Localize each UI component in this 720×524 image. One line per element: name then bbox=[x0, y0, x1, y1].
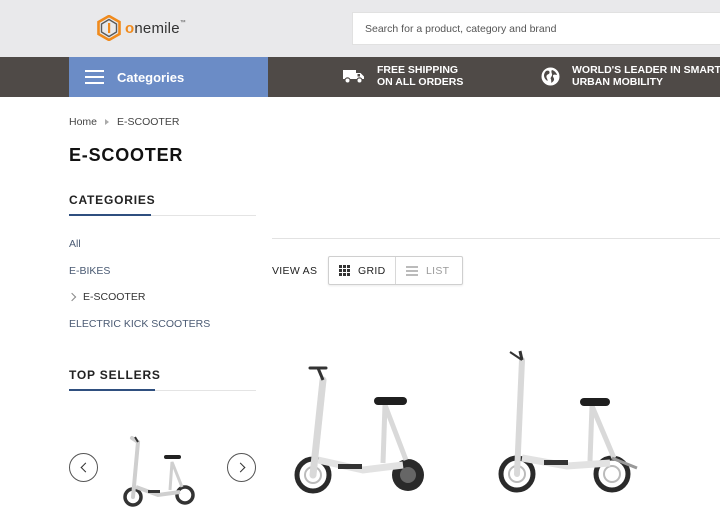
logo-wordmark: onemile™ bbox=[125, 19, 186, 37]
category-label: All bbox=[69, 238, 81, 250]
category-link-e-scooter[interactable]: E-SCOOTER bbox=[67, 291, 210, 318]
list-view-button[interactable]: LIST bbox=[396, 257, 462, 284]
view-as-label: VIEW AS bbox=[272, 265, 318, 277]
main-navbar: Categories FREE SHIPPING ON ALL ORDERS W… bbox=[0, 57, 720, 97]
category-link-electric-kick-scooters[interactable]: ELECTRIC KICK SCOOTERS bbox=[69, 318, 210, 345]
globe-icon bbox=[541, 67, 560, 85]
content-divider bbox=[272, 238, 720, 239]
breadcrumb-separator-icon bbox=[105, 119, 110, 125]
category-label: ELECTRIC KICK SCOOTERS bbox=[69, 318, 211, 331]
promo-shipping-line2: ON ALL ORDERS bbox=[377, 76, 464, 88]
page-title: E-SCOOTER bbox=[69, 145, 184, 165]
carousel-prev-button[interactable] bbox=[69, 453, 98, 482]
promo-world-leader: WORLD'S LEADER IN SMART F URBAN MOBILITY bbox=[541, 64, 720, 88]
truck-icon bbox=[343, 70, 364, 84]
top-header: onemile™ bbox=[0, 0, 720, 57]
top-seller-product-image[interactable] bbox=[118, 432, 198, 510]
category-label: E-BIKES bbox=[69, 264, 111, 277]
chevron-left-icon bbox=[80, 462, 90, 473]
promo-world-line1: WORLD'S LEADER IN SMART F bbox=[572, 64, 720, 76]
carousel-next-button[interactable] bbox=[227, 453, 256, 482]
search-box[interactable] bbox=[352, 12, 720, 45]
breadcrumb-current: E-SCOOTER bbox=[117, 116, 180, 128]
breadcrumb: Home E-SCOOTER bbox=[69, 116, 179, 128]
promo-free-shipping: FREE SHIPPING ON ALL ORDERS bbox=[343, 64, 463, 88]
category-link-all[interactable]: All bbox=[69, 238, 210, 265]
product-image[interactable] bbox=[288, 360, 433, 500]
category-list: All E-BIKES E-SCOOTER ELECTRIC KICK SCOO… bbox=[67, 238, 210, 345]
product-image[interactable] bbox=[492, 348, 642, 498]
category-label: E-SCOOTER bbox=[83, 291, 146, 304]
promo-world-line2: URBAN MOBILITY bbox=[572, 76, 663, 88]
logo-hexagon-icon bbox=[97, 15, 121, 41]
top-sellers-heading: TOP SELLERS bbox=[69, 368, 161, 382]
categories-heading: CATEGORIES bbox=[69, 193, 156, 207]
grid-view-label: GRID bbox=[358, 264, 386, 277]
categories-menu-label: Categories bbox=[117, 69, 185, 85]
promo-shipping-line1: FREE SHIPPING bbox=[377, 64, 459, 76]
chevron-right-icon bbox=[67, 293, 77, 302]
list-view-label: LIST bbox=[426, 264, 450, 277]
top-sellers-divider bbox=[69, 389, 256, 391]
categories-divider bbox=[69, 214, 256, 216]
chevron-right-icon bbox=[235, 462, 245, 473]
search-input[interactable] bbox=[353, 13, 720, 44]
categories-menu-button[interactable]: Categories bbox=[69, 57, 268, 97]
onemile-logo[interactable]: onemile™ bbox=[97, 14, 186, 42]
grid-icon bbox=[339, 265, 350, 276]
grid-view-button[interactable]: GRID bbox=[329, 257, 396, 284]
hamburger-icon bbox=[85, 70, 104, 84]
breadcrumb-home-link[interactable]: Home bbox=[69, 116, 97, 128]
category-link-e-bikes[interactable]: E-BIKES bbox=[69, 265, 210, 292]
list-icon bbox=[406, 265, 418, 276]
view-toggle: GRID LIST bbox=[328, 256, 463, 285]
